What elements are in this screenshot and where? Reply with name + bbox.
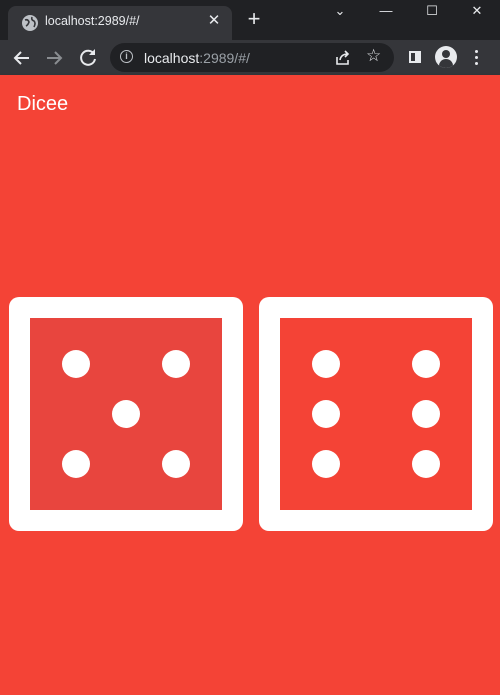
star-icon[interactable]: ☆ xyxy=(366,46,381,66)
right-dice-button[interactable] xyxy=(259,297,493,531)
profile-body xyxy=(439,59,453,68)
dice-row xyxy=(0,297,500,532)
die-pip xyxy=(412,450,440,478)
browser-toolbar: i localhost:2989/#/ ☆ xyxy=(0,40,500,75)
tab-search-icon[interactable]: ⌄ xyxy=(317,0,363,26)
close-window-button[interactable]: ✕ xyxy=(454,0,500,26)
browser-tabstrip: localhost:2989/#/ ✕ + ⌄ — ☐ ✕ xyxy=(0,0,500,40)
browser-tab[interactable]: localhost:2989/#/ ✕ xyxy=(8,6,232,40)
reload-icon xyxy=(80,49,96,66)
die-pip xyxy=(412,350,440,378)
url-path: :2989/#/ xyxy=(199,50,250,66)
share-icon[interactable] xyxy=(334,49,352,67)
side-panel-icon[interactable] xyxy=(409,51,421,63)
die-pip xyxy=(162,350,190,378)
die-pip xyxy=(312,350,340,378)
minimize-button[interactable]: — xyxy=(363,0,409,26)
forward-button[interactable] xyxy=(42,46,66,70)
url-host: localhost xyxy=(144,50,200,66)
maximize-button[interactable]: ☐ xyxy=(409,0,455,26)
dice-six-icon xyxy=(259,297,493,531)
reload-button[interactable] xyxy=(76,46,100,70)
die-pip xyxy=(412,400,440,428)
die-pip xyxy=(112,400,140,428)
die-pip xyxy=(312,450,340,478)
left-dice-button[interactable] xyxy=(9,297,243,531)
kebab-menu-icon[interactable] xyxy=(475,50,479,68)
arrow-left-icon xyxy=(13,51,29,65)
dice-five-icon xyxy=(9,297,243,531)
die-pip xyxy=(312,400,340,428)
profile-head xyxy=(442,50,450,58)
back-button[interactable] xyxy=(10,46,34,70)
url-text[interactable]: localhost:2989/#/ xyxy=(144,50,250,66)
globe-icon xyxy=(22,15,38,31)
die-pip xyxy=(62,350,90,378)
die-face xyxy=(280,318,472,510)
app-bar: Dicee xyxy=(0,75,500,131)
new-tab-button[interactable]: + xyxy=(244,8,264,30)
arrow-right-icon xyxy=(47,51,63,65)
die-pip xyxy=(162,450,190,478)
die-pip xyxy=(62,450,90,478)
profile-icon[interactable] xyxy=(435,46,457,68)
tab-title: localhost:2989/#/ xyxy=(45,14,140,28)
address-bar[interactable]: i localhost:2989/#/ ☆ xyxy=(110,43,394,72)
info-icon[interactable]: i xyxy=(120,50,133,63)
tab-close-icon[interactable]: ✕ xyxy=(206,13,222,29)
app-title: Dicee xyxy=(17,93,69,115)
